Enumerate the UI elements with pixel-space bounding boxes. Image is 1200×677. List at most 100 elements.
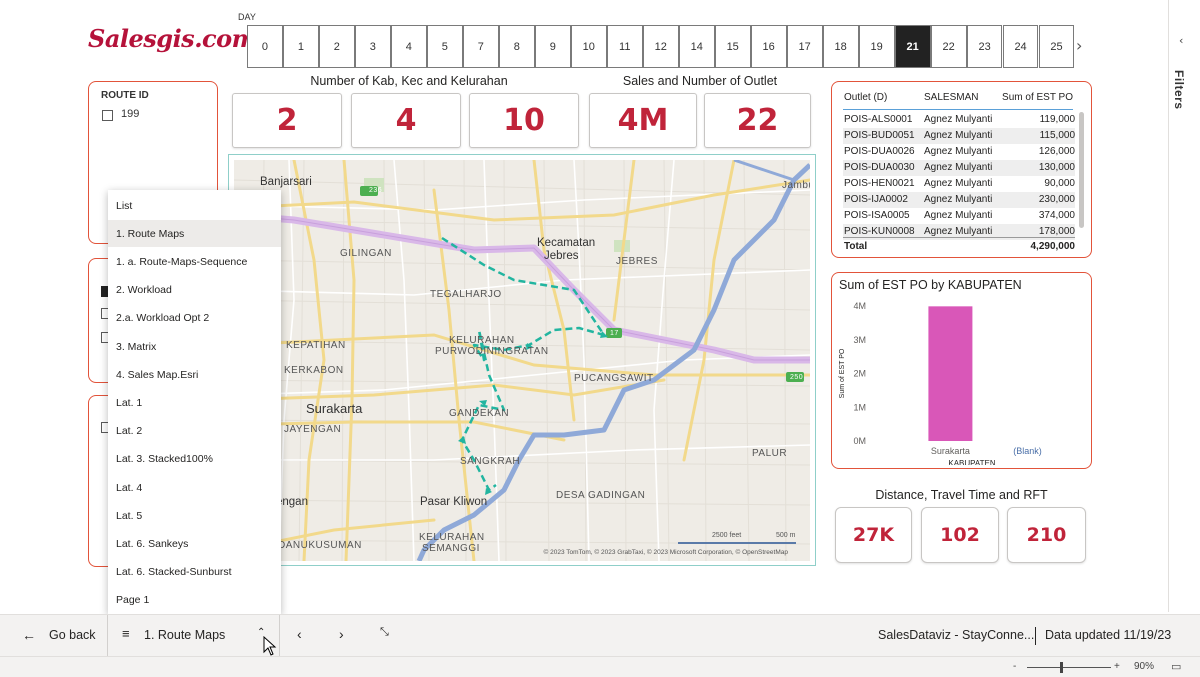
table-row[interactable]: POIS-ALS0001 Agnez Mulyanti 119,000	[843, 112, 1075, 128]
cell-salesman: Agnez Mulyanti	[924, 146, 993, 157]
go-back-button[interactable]: Go back	[49, 628, 96, 642]
table-row[interactable]: POIS-DUA0026 Agnez Mulyanti 126,000	[843, 144, 1075, 160]
route-199-label: 199	[121, 108, 140, 120]
zoom-out-button[interactable]: -	[1013, 661, 1016, 672]
bar-surakarta[interactable]	[928, 306, 973, 441]
chevron-right-icon[interactable]: ›	[1076, 36, 1082, 55]
cell-outlet: POIS-HEN0021	[844, 178, 915, 189]
page-menu-item[interactable]: Lat. 3. Stacked100%	[108, 446, 281, 473]
day-22-button[interactable]: 22	[930, 25, 967, 68]
page-menu-item[interactable]: 2. Workload	[108, 277, 281, 304]
page-menu-item[interactable]: List	[108, 192, 281, 219]
map-label-banjarsari: Banjarsari	[260, 176, 312, 188]
page-menu-item[interactable]: Lat. 6. Stacked-Sunburst	[108, 559, 281, 586]
collapse-icon[interactable]: ⤡	[380, 626, 389, 639]
day-21-button[interactable]: 21	[894, 25, 931, 68]
day-24-button[interactable]: 24	[1002, 25, 1039, 68]
day-18-button[interactable]: 18	[822, 25, 859, 68]
day-10-button[interactable]: 10	[570, 25, 607, 68]
table-row[interactable]: POIS-BUD0051 Agnez Mulyanti 115,000	[843, 128, 1075, 144]
back-arrow-icon[interactable]: ←	[22, 627, 36, 643]
y-axis-label: Sum of EST PO	[839, 348, 846, 398]
page-menu-item[interactable]: Lat. 2	[108, 418, 281, 445]
col-outlet[interactable]: Outlet (D)	[844, 92, 887, 103]
page-menu-item[interactable]: 1. Route Maps	[108, 220, 281, 248]
x-axis-label: KABUPATEN	[948, 459, 995, 465]
outlet-table: Outlet (D) SALESMAN Sum of EST PO POIS-A…	[831, 81, 1092, 258]
route-map[interactable]: Banjarsari 236 17 250 GILINGAN TEGALHARJ…	[234, 160, 810, 561]
col-salesman[interactable]: SALESMAN	[924, 92, 978, 103]
chart-plot: 0M 1M 2M 3M 4M Surakarta (Blank) KABUPATEN Sum o…	[839, 301, 1042, 465]
cell-salesman: Agnez Mulyanti	[924, 210, 993, 221]
zoom-in-button[interactable]: +	[1114, 661, 1120, 672]
day-4-button[interactable]: 4	[390, 25, 427, 68]
cell-salesman: Agnez Mulyanti	[924, 162, 993, 173]
cell-outlet: POIS-BUD0051	[844, 130, 915, 141]
cell-salesman: Agnez Mulyanti	[924, 194, 993, 205]
page-menu-item[interactable]: Lat. 4	[108, 474, 281, 501]
day-19-button[interactable]: 19	[858, 25, 895, 68]
page-list-icon[interactable]: ≡	[122, 626, 130, 641]
day-1-button[interactable]: 1	[282, 25, 319, 68]
day-0-button[interactable]: 0	[247, 25, 283, 68]
page-menu-item[interactable]: Page 1	[108, 587, 281, 614]
report-navigation-bar: ← Go back ≡ 1. Route Maps ⌃ ‹ › ⤡ SalesD…	[0, 614, 1200, 657]
map-label-kepatihan: KEPATIHAN	[286, 340, 346, 351]
kpi-rft: 210	[1007, 507, 1086, 563]
day-17-button[interactable]: 17	[786, 25, 823, 68]
filters-pane[interactable]: ‹ Filters	[1168, 0, 1200, 612]
filters-pane-label[interactable]: Filters	[1172, 70, 1186, 110]
day-25-button[interactable]: 25	[1038, 25, 1075, 68]
chevron-left-icon[interactable]: ‹	[1179, 34, 1183, 47]
col-sum-est-po[interactable]: Sum of EST PO	[1002, 92, 1073, 103]
page-menu-item[interactable]: 4. Sales Map.Esri	[108, 361, 281, 388]
day-8-button[interactable]: 8	[498, 25, 535, 68]
day-5-button[interactable]: 5	[426, 25, 463, 68]
day-14-button[interactable]: 14	[678, 25, 715, 68]
cell-est-po: 178,000	[1038, 226, 1075, 237]
route-199-checkbox[interactable]	[102, 110, 113, 121]
day-23-button[interactable]: 23	[966, 25, 1003, 68]
page-menu-item[interactable]: 2.a. Workload Opt 2	[108, 305, 281, 332]
fit-to-page-icon[interactable]: ▭	[1171, 660, 1181, 673]
cell-salesman: Agnez Mulyanti	[924, 114, 993, 125]
current-page-button[interactable]: 1. Route Maps	[144, 628, 225, 642]
table-row[interactable]: POIS-ISA0005 Agnez Mulyanti 374,000	[843, 208, 1075, 224]
zoom-slider[interactable]	[1027, 667, 1111, 668]
cell-outlet: POIS-ISA0005	[844, 210, 910, 221]
next-page-icon[interactable]: ›	[339, 626, 344, 642]
day-11-button[interactable]: 11	[606, 25, 643, 68]
kpi-kabupaten-count: 2	[232, 93, 342, 148]
table-row[interactable]: POIS-IJA0002 Agnez Mulyanti 230,000	[843, 192, 1075, 208]
day-9-button[interactable]: 9	[534, 25, 571, 68]
page-menu-item[interactable]: 3. Matrix	[108, 333, 281, 360]
table-scrollbar[interactable]	[1079, 112, 1084, 228]
x-tick-label: (Blank)	[1013, 446, 1042, 456]
day-7-button[interactable]: 7	[462, 25, 499, 68]
map-label-danukusuman: DANUKUSUMAN	[278, 540, 362, 551]
page-menu-item[interactable]: Lat. 1	[108, 389, 281, 416]
table-row[interactable]: POIS-HEN0021 Agnez Mulyanti 90,000	[843, 176, 1075, 192]
y-tick-label: 1M	[853, 402, 866, 412]
day-16-button[interactable]: 16	[750, 25, 787, 68]
cell-est-po: 115,000	[1039, 130, 1075, 141]
zoom-slider-thumb[interactable]	[1060, 662, 1063, 673]
map-label-jambu: Jambu	[782, 180, 810, 191]
day-15-button[interactable]: 15	[714, 25, 751, 68]
page-menu-item[interactable]: 1. a. Route-Maps-Sequence	[108, 248, 281, 275]
page-menu-item[interactable]: Lat. 6. Sankeys	[108, 530, 281, 557]
previous-page-icon[interactable]: ‹	[297, 626, 302, 642]
day-2-button[interactable]: 2	[318, 25, 355, 68]
day-slicer: 0 1 2 3 4 5 7 8 9 10 11 12 14 15 16 17 18 19 21 22 23 24 25	[247, 25, 1075, 68]
x-tick-label: Surakarta	[931, 446, 970, 456]
report-name[interactable]: SalesDataviz - StayConne...	[878, 628, 1034, 642]
table-row[interactable]: POIS-DUA0030 Agnez Mulyanti 130,000	[843, 160, 1075, 176]
page-menu-item[interactable]: Lat. 5	[108, 502, 281, 529]
cell-outlet: POIS-DUA0030	[844, 162, 915, 173]
day-12-button[interactable]: 12	[642, 25, 679, 68]
route-map-visual[interactable]: Banjarsari 236 17 250 GILINGAN TEGALHARJ…	[228, 154, 816, 566]
cell-est-po: 130,000	[1038, 162, 1075, 173]
kpi-sales-title: Sales and Number of Outlet	[622, 74, 778, 88]
est-po-by-kabupaten-chart[interactable]: Sum of EST PO by KABUPATEN 0M 1M 2M 3M 4M Sur…	[831, 272, 1092, 469]
day-3-button[interactable]: 3	[354, 25, 391, 68]
